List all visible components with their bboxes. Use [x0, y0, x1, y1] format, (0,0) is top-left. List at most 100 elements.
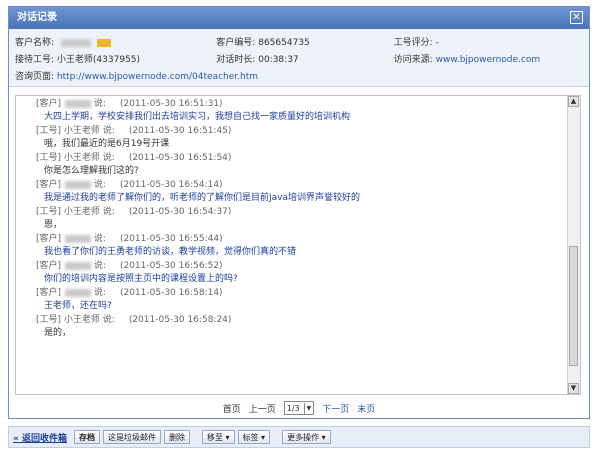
message-item: [客户] 说: (2011-05-30 16:58:14) 王老师，还在吗?	[36, 287, 568, 314]
message-said: 说:	[102, 126, 115, 136]
message-text: 是的，	[44, 328, 72, 338]
move-to-button[interactable]: 移至 ▾	[201, 430, 235, 444]
message-sender: [客户]	[36, 288, 62, 298]
message-said: 说:	[93, 180, 106, 190]
back-to-inbox-link[interactable]: « 返回收件箱	[13, 431, 67, 444]
message-text: 恩，	[44, 220, 63, 230]
message-header: [客户] 说: (2011-05-30 16:55:44)	[36, 233, 568, 245]
page-cell: 咨询页面: http://www.bjpowernode.com/04teach…	[15, 72, 259, 82]
message-sender: [工号] 小王老师	[36, 126, 100, 136]
message-timestamp: (2011-05-30 16:51:54)	[128, 153, 232, 163]
scroll-thumb[interactable]	[569, 246, 578, 366]
message-said: 说:	[102, 153, 115, 163]
redacted-name	[65, 99, 92, 108]
pagination: 首页 上一页 1/3 ▼ 下一页 末页	[9, 399, 589, 417]
message-header: [工号] 小王老师 说: (2011-05-30 16:51:54)	[36, 152, 568, 164]
chat-record-dialog: 对话记录 ✕ 客户名称: 客户编号: 865654735 工号评分: - 接待工…	[8, 6, 590, 419]
message-said: 说:	[93, 99, 106, 109]
message-sender: [工号] 小王老师	[36, 207, 100, 217]
rating-value: -	[435, 38, 439, 48]
message-sender: [客户]	[36, 261, 62, 271]
message-timestamp: (2011-05-30 16:51:31)	[119, 99, 223, 109]
message-sender: [工号] 小王老师	[36, 153, 100, 163]
message-sender: [客户]	[36, 234, 62, 244]
message-timestamp: (2011-05-30 16:54:14)	[119, 180, 223, 190]
close-icon[interactable]: ✕	[570, 11, 583, 24]
redacted-name	[65, 180, 92, 189]
customer-id-cell: 客户编号: 865654735	[216, 38, 310, 48]
message-said: 说:	[102, 315, 115, 325]
first-page-link[interactable]: 首页	[223, 402, 241, 415]
message-timestamp: (2011-05-30 16:58:14)	[119, 288, 223, 298]
vip-badge-icon	[96, 38, 111, 47]
message-said: 说:	[102, 207, 115, 217]
message-timestamp: (2011-05-30 16:58:24)	[128, 315, 232, 325]
message-text: 你是怎么理解我们这的?	[44, 166, 139, 176]
redacted-name	[65, 234, 92, 243]
last-page-link[interactable]: 末页	[357, 402, 375, 415]
message-timestamp: (2011-05-30 16:55:44)	[119, 234, 223, 244]
rating-cell: 工号评分: -	[393, 38, 439, 48]
message-header: [客户] 说: (2011-05-30 16:58:14)	[36, 287, 568, 299]
message-item: [客户] 说: (2011-05-30 16:51:31) 大四上学期，学校安排我们…	[36, 98, 568, 125]
message-text: 你们的培训内容是按照主页中的课程设置上的吗?	[44, 274, 238, 284]
message-item: [客户] 说: (2011-05-30 16:56:52) 你们的培训内容是按照主页…	[36, 260, 568, 287]
staff-value: 小王老师(4337955)	[56, 55, 141, 65]
next-page-link[interactable]: 下一页	[322, 402, 349, 415]
chevron-down-icon: ▼	[303, 402, 311, 414]
delete-button[interactable]: 删除	[163, 430, 190, 444]
message-timestamp: (2011-05-30 16:51:45)	[128, 126, 232, 136]
page-select[interactable]: 1/3 ▼	[283, 401, 315, 415]
customer-id-value: 865654735	[258, 38, 310, 48]
message-text: 大四上学期，学校安排我们出去培训实习，我想自己找一家质量好的培训机构	[44, 112, 351, 122]
message-sender: [客户]	[36, 99, 62, 109]
message-area: [客户] 说: (2011-05-30 16:51:31) 大四上学期，学校安排我们…	[15, 95, 581, 395]
message-item: [工号] 小王老师 说: (2011-05-30 16:58:24) 是的，	[36, 314, 568, 341]
message-item: [客户] 说: (2011-05-30 16:54:14) 我是通过我的老师了解你们…	[36, 179, 568, 206]
message-item: [工号] 小王老师 说: (2011-05-30 16:51:54) 你是怎么理解我…	[36, 152, 568, 179]
source-link[interactable]: www.bjpowernode.com	[436, 55, 541, 65]
mail-toolbar: « 返回收件箱 存档 这是垃圾邮件 删除 移至 ▾ 标签 ▾ 更多操作 ▾	[8, 426, 590, 448]
message-sender: [客户]	[36, 180, 62, 190]
customer-name-cell: 客户名称:	[15, 35, 216, 48]
message-text: 王老师，还在吗?	[44, 301, 112, 311]
message-text: 我是通过我的老师了解你们的，听老师的了解你们是目前Java培训界声誉较好的	[44, 193, 361, 203]
archive-button[interactable]: 存档	[73, 430, 100, 444]
source-cell: 访问来源: www.bjpowernode.com	[393, 55, 541, 65]
message-header: [工号] 小王老师 说: (2011-05-30 16:51:45)	[36, 125, 568, 137]
message-timestamp: (2011-05-30 16:54:37)	[128, 207, 232, 217]
message-text: 哦，我们最近的是6月19号开课	[44, 139, 170, 149]
prev-page-link[interactable]: 上一页	[249, 402, 276, 415]
message-said: 说:	[93, 288, 106, 298]
scroll-up-icon[interactable]: ▲	[568, 96, 579, 107]
message-header: [客户] 说: (2011-05-30 16:56:52)	[36, 260, 568, 272]
staff-cell: 接待工号: 小王老师(4337955)	[15, 55, 141, 65]
message-header: [工号] 小王老师 说: (2011-05-30 16:58:24)	[36, 314, 568, 326]
dialog-titlebar: 对话记录 ✕	[9, 7, 589, 29]
message-list: [客户] 说: (2011-05-30 16:51:31) 大四上学期，学校安排我们…	[16, 96, 568, 394]
message-item: [工号] 小王老师 说: (2011-05-30 16:51:45) 哦，我们最近的…	[36, 125, 568, 152]
message-text: 我也看了你们的王勇老师的访谈，教学视频，觉得你们真的不错	[44, 247, 297, 257]
message-header: [工号] 小王老师 说: (2011-05-30 16:54:37)	[36, 206, 568, 218]
tag-button[interactable]: 标签 ▾	[237, 430, 271, 444]
dialog-title: 对话记录	[17, 12, 57, 23]
spam-button[interactable]: 这是垃圾邮件	[102, 430, 161, 444]
duration-cell: 对话时长: 00:38:37	[216, 55, 299, 65]
redacted-name	[65, 288, 92, 297]
redacted-name	[60, 38, 91, 47]
message-header: [客户] 说: (2011-05-30 16:51:31)	[36, 98, 568, 110]
message-said: 说:	[93, 234, 106, 244]
message-timestamp: (2011-05-30 16:56:52)	[119, 261, 223, 271]
redacted-name	[65, 261, 92, 270]
scroll-down-icon[interactable]: ▼	[568, 383, 579, 394]
page-link[interactable]: http://www.bjpowernode.com/04teacher.htm	[57, 72, 258, 82]
message-said: 说:	[93, 261, 106, 271]
message-item: [工号] 小王老师 说: (2011-05-30 16:54:37) 恩，	[36, 206, 568, 233]
message-item: [客户] 说: (2011-05-30 16:55:44) 我也看了你们的王勇老师的…	[36, 233, 568, 260]
message-sender: [工号] 小王老师	[36, 315, 100, 325]
info-panel: 客户名称: 客户编号: 865654735 工号评分: - 接待工号: 小王老师…	[9, 29, 589, 87]
duration-value: 00:38:37	[258, 55, 299, 65]
scrollbar[interactable]: ▲ ▼	[567, 96, 580, 394]
more-actions-button[interactable]: 更多操作 ▾	[282, 430, 331, 444]
message-header: [客户] 说: (2011-05-30 16:54:14)	[36, 179, 568, 191]
